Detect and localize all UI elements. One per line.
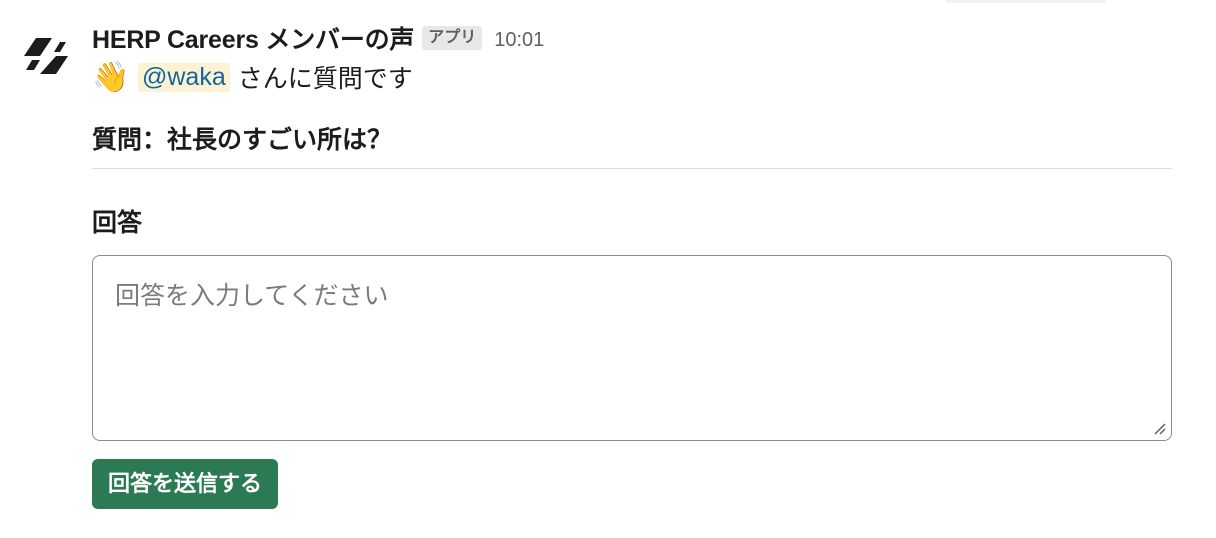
- answer-textarea[interactable]: [92, 255, 1172, 441]
- divider: [92, 168, 1172, 169]
- resize-handle-icon[interactable]: [1152, 421, 1166, 435]
- user-mention[interactable]: @waka: [138, 62, 230, 92]
- timestamp[interactable]: 10:01: [494, 29, 544, 52]
- app-badge: アプリ: [422, 26, 483, 50]
- message-intro: 👋 @waka さんに質問です: [92, 58, 1172, 96]
- intro-text: さんに質問です: [237, 65, 413, 93]
- message-header: HERP Careers メンバーの声 アプリ 10:01: [92, 18, 1172, 58]
- question-text: 質問：社長のすごい所は？: [92, 126, 393, 154]
- submit-answer-button[interactable]: 回答を送信する: [92, 459, 279, 509]
- answer-label: 回答: [92, 209, 143, 237]
- herp-logo-icon: [24, 38, 68, 74]
- scroll-edge-shadow: [946, 0, 1106, 3]
- wave-icon: 👋: [92, 60, 130, 94]
- app-name[interactable]: HERP Careers メンバーの声: [92, 20, 414, 56]
- avatar[interactable]: [12, 22, 80, 90]
- answer-field-wrapper: [92, 255, 1172, 441]
- message-content: HERP Careers メンバーの声 アプリ 10:01 👋 @waka さん…: [92, 18, 1172, 509]
